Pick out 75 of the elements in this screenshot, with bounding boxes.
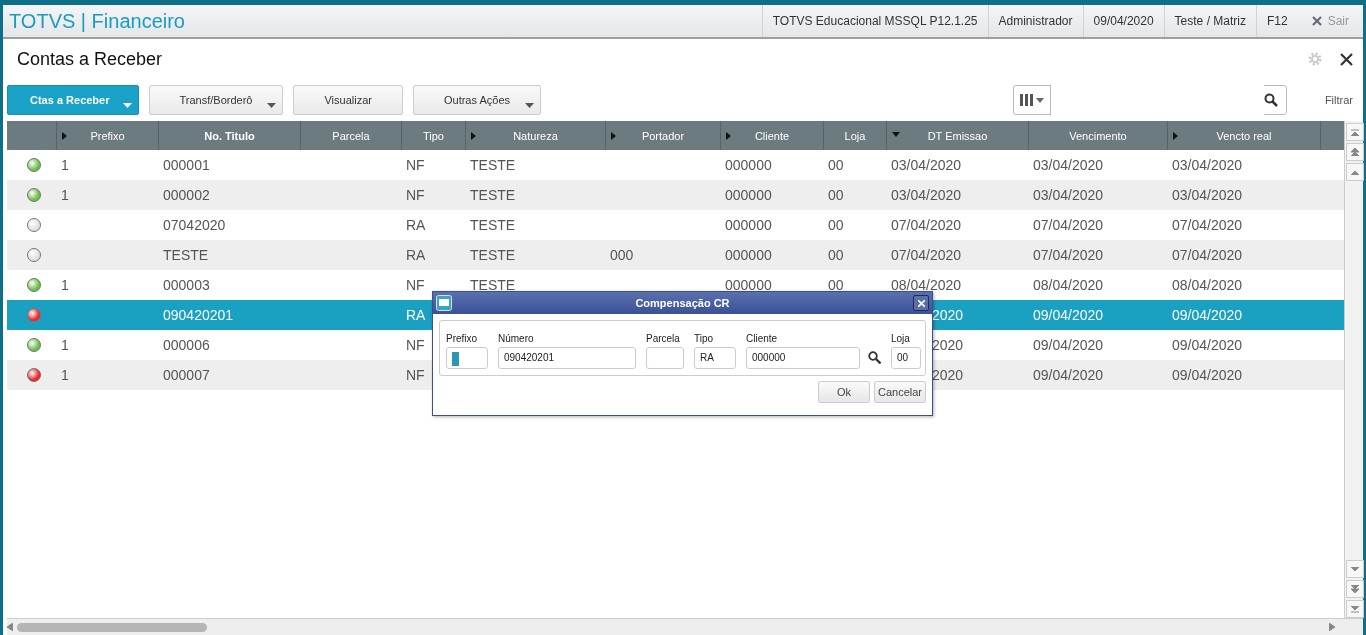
table-cell: 00 <box>828 217 844 233</box>
table-cell: 2020 <box>932 367 964 383</box>
table-cell: 07/04/2020 <box>1172 247 1243 263</box>
table-cell: RA <box>406 307 426 323</box>
table-cell: 000003 <box>163 277 210 293</box>
page-title: Contas a Receber <box>17 48 164 70</box>
table-cell: 07/04/2020 <box>891 247 962 263</box>
table-cell: 00 <box>828 157 844 173</box>
table-cell: 000 <box>610 247 634 263</box>
table-cell: 03/04/2020 <box>891 187 962 203</box>
table-cell: 000000 <box>725 157 772 173</box>
table-cell: NF <box>406 337 425 353</box>
app-title: TOTVS | Financeiro <box>8 9 186 33</box>
table-cell: 00 <box>828 247 844 263</box>
table-cell: 03/04/2020 <box>1033 157 1104 173</box>
table-cell: NF <box>406 187 425 203</box>
header-info: Administrador <box>987 5 1083 37</box>
header-info: F12 <box>1255 5 1298 37</box>
field-label: Número <box>498 333 535 344</box>
table-cell: 07042020 <box>163 217 226 233</box>
table-cell: 07/04/2020 <box>1033 217 1104 233</box>
table-cell: 07/04/2020 <box>891 217 962 233</box>
table-cell: RA <box>406 247 426 263</box>
table-cell: 1 <box>61 187 69 203</box>
table-cell: 1 <box>61 367 69 383</box>
field-label: Prefixo <box>446 333 479 344</box>
table-cell: TESTE <box>470 247 516 263</box>
header-info: Teste / Matriz <box>1163 5 1256 37</box>
table-cell: NF <box>406 277 425 293</box>
table-cell: 09/04/2020 <box>1172 367 1243 383</box>
field-label: Tipo <box>694 333 715 344</box>
field-label: Cliente <box>746 333 779 344</box>
field-label: Parcela <box>646 333 681 344</box>
table-cell: TESTE <box>470 157 516 173</box>
table-cell: 00 <box>828 187 844 203</box>
header-info: TOTVS Educacional MSSQL P12.1.25 <box>761 5 988 37</box>
table-cell: 090420201 <box>163 307 234 323</box>
table-cell: 000000 <box>725 277 772 293</box>
table-cell: 000006 <box>163 337 210 353</box>
table-cell: 03/04/2020 <box>1033 187 1104 203</box>
table-cell: 07/04/2020 <box>1033 247 1104 263</box>
table-cell: TESTE <box>163 247 209 263</box>
table-cell: 09/04/2020 <box>1172 307 1243 323</box>
table-cell: 08/04/2020 <box>1033 277 1104 293</box>
table-cell: 000000 <box>725 247 772 263</box>
table-cell: 09/04/2020 <box>1172 337 1243 353</box>
table-cell: 03/04/2020 <box>1172 157 1243 173</box>
table-cell: RA <box>406 217 426 233</box>
table-cell: 07/04/2020 <box>1172 217 1243 233</box>
dialog-title: Compensação CR <box>634 297 731 309</box>
table-cell: 000001 <box>163 157 210 173</box>
header-info: 09/04/2020 <box>1082 5 1164 37</box>
table-cell: 2020 <box>932 337 964 353</box>
table-cell: TESTE <box>470 187 516 203</box>
table-cell: 1 <box>61 337 69 353</box>
field-label: Loja <box>891 333 911 344</box>
table-cell: NF <box>406 367 425 383</box>
table-cell: 1 <box>61 157 69 173</box>
table-cell: 1 <box>61 277 69 293</box>
table-cell: 09/04/2020 <box>1033 367 1104 383</box>
table-cell: 09/04/2020 <box>1033 307 1104 323</box>
table-cell: 000000 <box>725 187 772 203</box>
table-cell: 09/04/2020 <box>1033 337 1104 353</box>
table-cell: NF <box>406 157 425 173</box>
table-cell: TESTE <box>470 217 516 233</box>
table-cell: 000007 <box>163 367 210 383</box>
table-cell: 000000 <box>725 217 772 233</box>
table-cell: 03/04/2020 <box>1172 187 1243 203</box>
table-cell: 000002 <box>163 187 210 203</box>
table-cell: 00 <box>828 277 844 293</box>
table-cell: 03/04/2020 <box>891 157 962 173</box>
table-cell: 08/04/2020 <box>1172 277 1243 293</box>
table-cell: 08/04/2020 <box>891 277 962 293</box>
table-cell: TESTE <box>470 277 516 293</box>
table-cell: 2020 <box>932 307 964 323</box>
